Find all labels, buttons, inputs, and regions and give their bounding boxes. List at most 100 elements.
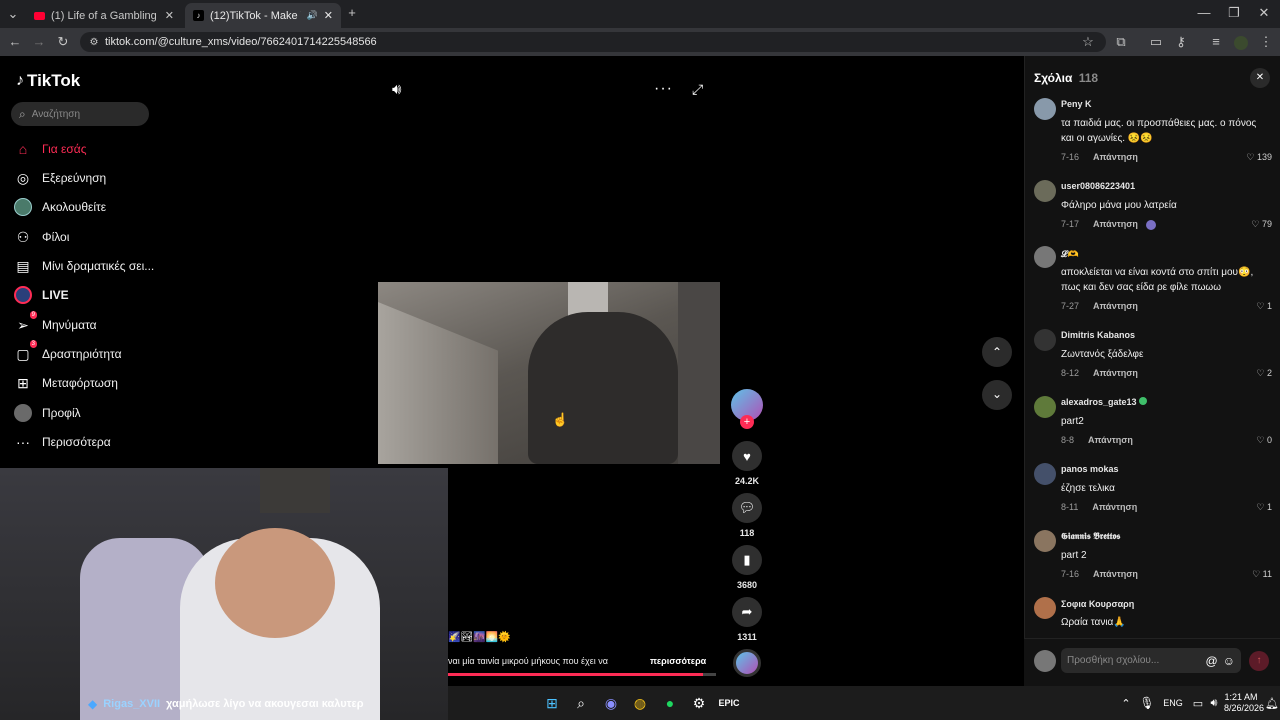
sidebar-item-profile[interactable]: Προφίλ [14, 401, 81, 425]
more-options-icon[interactable]: ··· [654, 80, 673, 98]
speaker-icon[interactable]: 🔊︎ [1204, 693, 1224, 713]
comment-username[interactable]: Peny K [1061, 99, 1092, 109]
reply-button[interactable]: Απάντηση [1093, 219, 1138, 229]
back-icon[interactable]: ← [7, 35, 23, 49]
windows-start-icon[interactable]: ⊞ [542, 693, 562, 713]
comment-like-button[interactable]: ♡ 139 [1232, 152, 1272, 163]
reply-button[interactable]: Απάντηση [1092, 502, 1137, 512]
avatar[interactable] [1034, 396, 1056, 418]
mention-icon[interactable]: @ [1206, 654, 1218, 668]
menu-kebab-icon[interactable]: ⋮ [1258, 35, 1274, 49]
sidebar-item-following[interactable]: Ακολουθείτε [14, 195, 106, 219]
search-icon[interactable]: ⌕ [571, 693, 591, 713]
reply-button[interactable]: Απάντηση [1093, 301, 1138, 311]
steam-icon[interactable]: ⚙ [689, 693, 709, 713]
sidebar-item-for-you[interactable]: ⌂ Για εσάς [14, 137, 87, 161]
close-icon[interactable]: ✕ [324, 9, 333, 22]
password-key-icon[interactable]: ⚷ [1173, 35, 1189, 49]
tab-tiktok[interactable]: ♪ (12)TikTok - Make Your Day 🔊 ✕ [185, 3, 341, 28]
reply-button[interactable]: Απάντηση [1093, 368, 1138, 378]
media-control-icon[interactable]: ≡ [1208, 35, 1224, 49]
comment-username[interactable]: Dimitris Kabanos [1061, 330, 1135, 340]
upload-icon: ⊞ [17, 374, 29, 391]
close-comments-button[interactable]: ✕ [1250, 68, 1270, 88]
volume-icon[interactable]: 🔊︎ [392, 81, 401, 98]
reply-button[interactable]: Απάντηση [1093, 569, 1138, 579]
follow-plus-icon[interactable]: + [740, 415, 754, 429]
comment-username[interactable]: 𝓛🫶 [1061, 249, 1079, 260]
reload-icon[interactable]: ↻ [55, 35, 71, 49]
microphone-icon[interactable]: 🎙︎ [1137, 693, 1157, 713]
comment-username[interactable]: 𝕲𝖎𝖆𝖓𝖓𝖎𝖘 𝕭𝖗𝖊𝖙𝖙𝖔𝖘 [1061, 531, 1120, 542]
sidebar-item-more[interactable]: ··· Περισσότερα [14, 430, 111, 454]
avatar[interactable] [1034, 597, 1056, 619]
avatar[interactable] [1034, 180, 1056, 202]
discord-icon[interactable]: ◉ [601, 693, 621, 713]
language-indicator[interactable]: ENG [1160, 693, 1186, 713]
comment-like-button[interactable]: ♡ 1 [1232, 502, 1272, 513]
comment-input[interactable]: Προσθήκη σχολίου... @ ☺ [1061, 648, 1241, 673]
like-button[interactable]: ♥ [732, 441, 762, 471]
comment-like-button[interactable]: ♡ 1 [1232, 301, 1272, 312]
tab-youtube[interactable]: (1) Life of a Gambling Addict - ✕ [26, 3, 182, 28]
extensions-icon[interactable]: ⧉ [1113, 35, 1129, 49]
spotify-icon[interactable]: ● [660, 693, 680, 713]
sidebar-item-upload[interactable]: ⊞ Μεταφόρτωση [14, 371, 118, 395]
tiktok-logo[interactable]: ♪ TikTok [16, 71, 80, 91]
avatar[interactable] [1034, 246, 1056, 268]
avatar[interactable] [1034, 98, 1056, 120]
video-player[interactable]: ☝ [378, 282, 720, 464]
reply-button[interactable]: Απάντηση [1088, 435, 1133, 445]
avatar[interactable] [1034, 463, 1056, 485]
reply-button[interactable]: Απάντηση [1093, 152, 1138, 162]
progress-track[interactable] [448, 673, 716, 676]
comment-like-button[interactable]: ♡ 0 [1232, 435, 1272, 446]
tab-search-icon[interactable]: ⌄ [5, 7, 21, 21]
my-avatar[interactable] [1034, 650, 1056, 672]
close-window-icon[interactable]: ✕ [1256, 6, 1272, 20]
comment-username[interactable]: panos mokas [1061, 464, 1119, 474]
chrome-icon[interactable]: ◍ [630, 693, 650, 713]
sidebar-item-explore[interactable]: ◎ Εξερεύνηση [14, 166, 106, 190]
music-disc-icon[interactable] [733, 649, 761, 677]
close-icon[interactable]: ✕ [165, 9, 174, 22]
avatar[interactable] [1034, 530, 1056, 552]
share-button[interactable]: ➦ [732, 597, 762, 627]
comment-like-button[interactable]: ♡ 2 [1232, 368, 1272, 379]
post-comment-button[interactable]: ↑ [1249, 651, 1269, 671]
next-video-button[interactable]: ⌄ [982, 380, 1012, 410]
tray-chevron-icon[interactable]: ⌃ [1116, 693, 1136, 713]
restore-icon[interactable]: ❐ [1226, 6, 1242, 20]
sidebar-item-mini-dramas[interactable]: ▤ Μίνι δραματικές σει... [14, 254, 154, 278]
clock[interactable]: 1:21 AM 8/26/2026 [1224, 692, 1264, 714]
forward-icon[interactable]: → [31, 35, 47, 49]
comment-username[interactable]: Σοφια Κουρσαρη [1061, 599, 1134, 609]
comment-username[interactable]: user08086223401 [1061, 181, 1135, 191]
sidebar-item-friends[interactable]: ⚇ Φίλοι [14, 225, 70, 249]
save-button[interactable]: ▮ [732, 545, 762, 575]
bookmark-star-icon[interactable]: ☆ [1080, 35, 1096, 49]
comment-like-button[interactable]: ♡ 11 [1232, 569, 1272, 580]
address-input[interactable]: tiktok.com/@culture_xms/video/7662401714… [80, 32, 1106, 52]
site-info-icon[interactable]: ⚙ [86, 36, 102, 50]
profile-avatar-icon[interactable] [1234, 36, 1248, 50]
previous-video-button[interactable]: ⌃ [982, 337, 1012, 367]
comment-like-button[interactable]: ♡ 79 [1232, 219, 1272, 230]
caption-more-link[interactable]: περισσότερα [650, 656, 706, 666]
notification-badge: 9 [29, 311, 37, 319]
epic-games-icon[interactable]: EPIC [719, 693, 740, 713]
minimize-icon[interactable]: — [1196, 6, 1212, 20]
comment-button[interactable]: 💬︎ [732, 493, 762, 523]
avatar[interactable] [1034, 329, 1056, 351]
new-tab-icon[interactable]: + [344, 6, 360, 20]
notification-bell-icon[interactable]: 🔔︎ [1262, 693, 1280, 713]
emoji-icon[interactable]: ☺ [1223, 654, 1235, 668]
fullscreen-icon[interactable]: ⤢ [692, 81, 703, 98]
sidebar-item-live[interactable]: LIVE [14, 283, 69, 307]
speaker-icon[interactable]: 🔊 [307, 10, 318, 21]
sidebar-item-messages[interactable]: ➢ 9 Μηνύματα [14, 311, 97, 337]
sidebar-item-activity[interactable]: ▢ 3 Δραστηριότητα [14, 340, 122, 366]
sidebar-icon[interactable]: ▭ [1148, 35, 1164, 49]
comment-username-row[interactable]: alexadros_gate13 [1061, 397, 1148, 407]
search-box[interactable]: ⌕ Αναζήτηση [11, 102, 149, 126]
